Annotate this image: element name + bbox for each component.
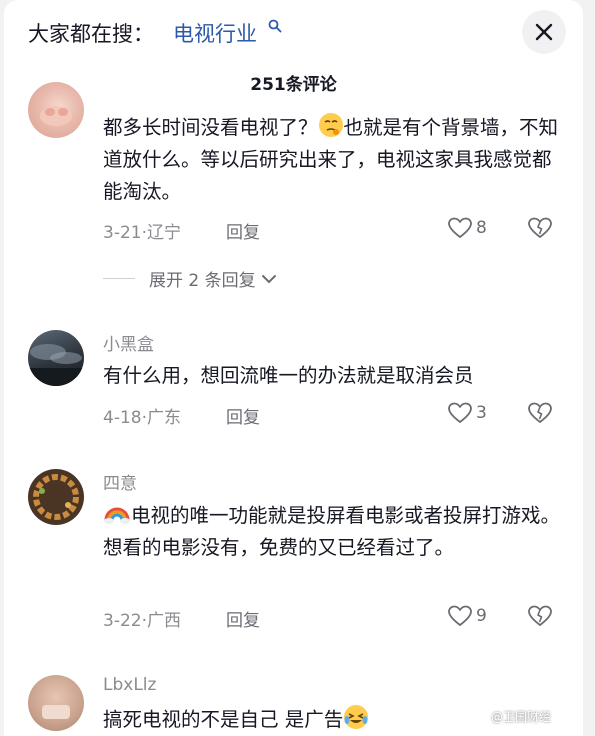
rainbow-emoji-icon xyxy=(104,507,130,524)
avatar[interactable] xyxy=(28,675,84,731)
comment-text: 都多长时间没看电视了？ 也就是有个背景墙，不知道放什么。等以后研究出来了，电视这家… xyxy=(103,112,563,208)
comment-text-part: 电视的唯一功能就是投屏看电影或者投屏打游戏。想看的电影没有，免费的又已经看过了。 xyxy=(103,504,561,559)
dislike-button[interactable] xyxy=(528,217,552,243)
comment-meta: 3-22·广西 xyxy=(103,611,181,631)
laughing-tears-emoji-icon xyxy=(344,705,369,729)
comment-text: 电视的唯一功能就是投屏看电影或者投屏打游戏。想看的电影没有，免费的又已经看过了。 xyxy=(103,500,563,564)
broken-heart-icon xyxy=(528,217,552,239)
avatar-image xyxy=(42,705,70,719)
search-icon[interactable] xyxy=(268,19,282,33)
comment-count: 251条评论 xyxy=(250,75,337,95)
like-count: 3 xyxy=(476,403,487,423)
search-suggestion-link[interactable]: 电视行业 xyxy=(173,18,257,48)
comments-sheet: 大家都在搜： 电视行业 251条评论 都多长时间没看电视了？ 也就是有个背景墙，不… xyxy=(4,0,583,736)
like-button[interactable]: 9 xyxy=(448,605,487,627)
like-count: 9 xyxy=(476,606,487,626)
thinking-face-emoji-icon xyxy=(318,113,343,137)
heart-icon xyxy=(448,605,472,627)
search-suggestion-label: 大家都在搜： xyxy=(28,22,154,46)
avatar-image xyxy=(33,474,79,520)
like-button[interactable]: 3 xyxy=(448,402,487,424)
expand-replies-label: 展开 2 条回复 xyxy=(149,271,256,291)
avatar[interactable] xyxy=(28,330,84,386)
expand-replies-button[interactable]: 展开 2 条回复 xyxy=(103,266,278,291)
reply-button[interactable]: 回复 xyxy=(226,403,260,428)
close-icon xyxy=(535,23,553,41)
chevron-down-icon xyxy=(261,274,276,283)
comment-username[interactable]: LbxLlz xyxy=(103,675,156,695)
divider xyxy=(103,278,135,279)
like-count: 8 xyxy=(476,218,487,238)
reply-button[interactable]: 回复 xyxy=(226,218,260,243)
broken-heart-icon xyxy=(528,605,552,627)
heart-icon xyxy=(448,217,472,239)
broken-heart-icon xyxy=(528,402,552,424)
avatar[interactable] xyxy=(28,82,84,138)
comment-text-part: 搞死电视的不是自己 是广告 xyxy=(103,708,344,731)
close-button[interactable] xyxy=(522,10,566,54)
comment-username[interactable]: 四意 xyxy=(103,469,137,494)
reply-button[interactable]: 回复 xyxy=(226,606,260,631)
heart-icon xyxy=(448,402,472,424)
avatar-image xyxy=(40,106,72,126)
search-suggestion-bar: 大家都在搜： 电视行业 xyxy=(4,0,583,64)
avatar-image xyxy=(28,344,84,386)
dislike-button[interactable] xyxy=(528,605,552,631)
comment-meta: 4-18·广东 xyxy=(103,408,181,428)
comment-text: 有什么用，想回流唯一的办法就是取消会员 xyxy=(103,364,474,387)
watermark: @卫国财经 xyxy=(491,710,552,724)
comment-username[interactable]: 小黑盒 xyxy=(103,330,154,355)
comment-text-part: 都多长时间没看电视了？ xyxy=(103,116,318,139)
dislike-button[interactable] xyxy=(528,402,552,428)
comment-meta: 3-21·辽宁 xyxy=(103,223,181,243)
like-button[interactable]: 8 xyxy=(448,217,487,239)
avatar[interactable] xyxy=(28,469,84,525)
